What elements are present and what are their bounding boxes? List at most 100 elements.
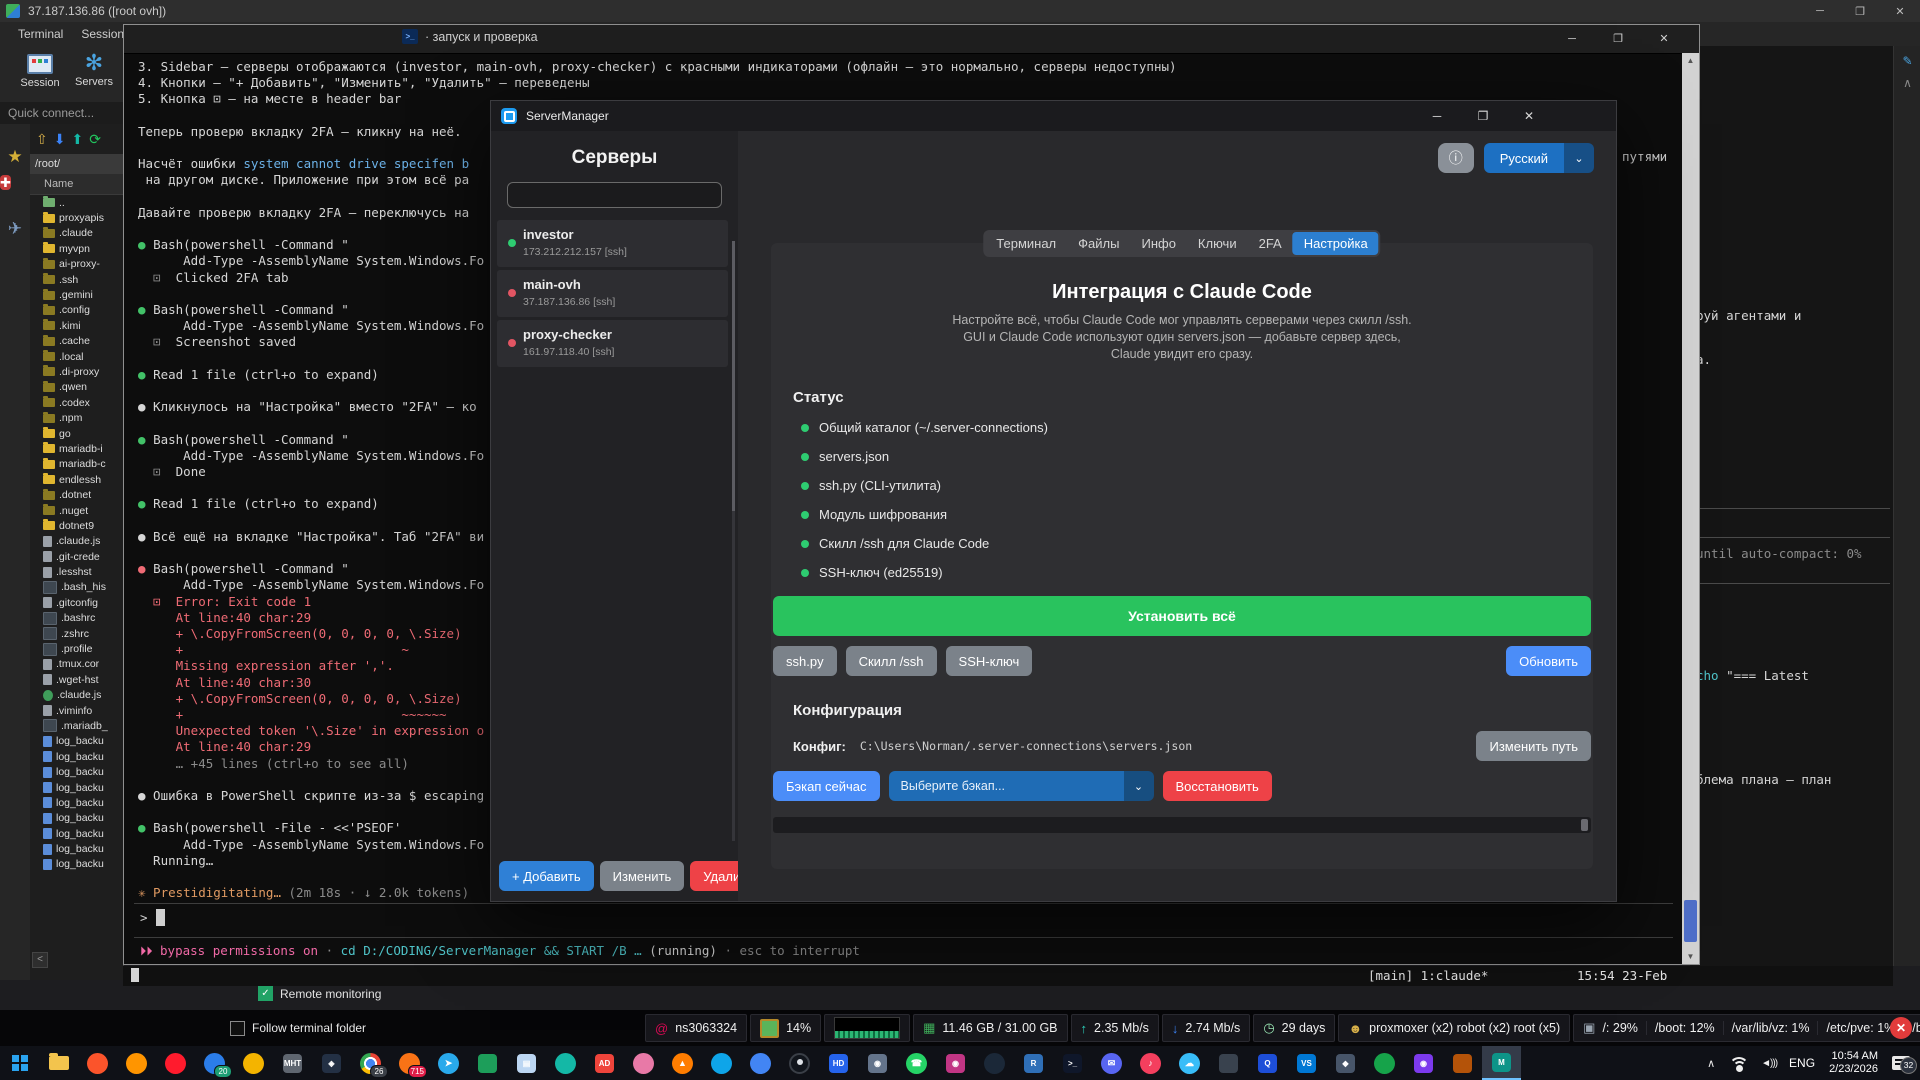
instagram-app[interactable]: ◉ <box>936 1046 975 1080</box>
backup-select-dropdown[interactable]: Выберите бэкап... ⌄ <box>889 771 1154 801</box>
log-scrollbar-thumb[interactable] <box>1581 819 1588 831</box>
scroll-up-icon[interactable]: ∧ <box>1894 76 1920 90</box>
file-row[interactable]: .mariadb_ <box>30 718 123 733</box>
maximize-icon[interactable]: ❐ <box>1460 101 1506 131</box>
file-row[interactable]: .lesshst <box>30 564 123 579</box>
file-row[interactable]: .claude.js <box>30 534 123 549</box>
component-button-ssh-py[interactable]: ssh.py <box>773 646 837 676</box>
obs-studio[interactable] <box>780 1046 819 1080</box>
server-list-item[interactable]: main-ovh37.187.136.86 [ssh] <box>497 270 728 317</box>
file-row[interactable]: .claude <box>30 226 123 241</box>
tab-Настройка[interactable]: Настройка <box>1293 232 1379 255</box>
r-app[interactable]: R <box>1014 1046 1053 1080</box>
install-all-button[interactable]: Установить всё <box>773 596 1591 636</box>
notes-app[interactable] <box>1443 1046 1482 1080</box>
file-row[interactable]: ai-proxy- <box>30 257 123 272</box>
blue-globe-app[interactable] <box>741 1046 780 1080</box>
server-list-item[interactable]: investor173.212.212.157 [ssh] <box>497 220 728 267</box>
session-button[interactable]: Session <box>12 48 68 89</box>
taskbar-clock[interactable]: 10:54 AM 2/23/2026 <box>1829 1050 1878 1076</box>
file-row[interactable]: .zshrc <box>30 626 123 641</box>
green-notebook-app[interactable] <box>468 1046 507 1080</box>
follow-terminal-checkbox[interactable] <box>230 1021 245 1036</box>
servermanager-titlebar[interactable]: ServerManager ─ ❐ ✕ <box>491 101 1616 131</box>
camera-app[interactable]: ◉ <box>858 1046 897 1080</box>
refresh-icon[interactable]: ⟳ <box>89 131 101 148</box>
orange-feed-app[interactable]: 715 <box>390 1046 429 1080</box>
file-row[interactable]: .config <box>30 303 123 318</box>
file-row[interactable]: .cache <box>30 334 123 349</box>
change-path-button[interactable]: Изменить путь <box>1476 731 1591 761</box>
menu-item-terminal[interactable]: Terminal <box>18 27 63 41</box>
vlc-player[interactable]: ▲ <box>663 1046 702 1080</box>
servers-button[interactable]: ✻ Servers <box>66 48 122 88</box>
tab-2FA[interactable]: 2FA <box>1248 232 1293 255</box>
terminal-scrollbar[interactable]: ▲ ▼ <box>1682 53 1699 964</box>
file-row[interactable]: log_backu <box>30 795 123 810</box>
input-language[interactable]: ENG <box>1789 1056 1815 1070</box>
tab-Ключи[interactable]: Ключи <box>1187 232 1248 255</box>
remote-monitoring-checkbox[interactable]: ✓ <box>258 986 273 1001</box>
file-row[interactable]: .ssh <box>30 272 123 287</box>
file-row[interactable]: .gemini <box>30 287 123 302</box>
file-row[interactable]: .qwen <box>30 380 123 395</box>
steam-app[interactable] <box>975 1046 1014 1080</box>
server-search-input[interactable] <box>507 182 722 208</box>
minimize-icon[interactable]: ─ <box>1414 101 1460 131</box>
file-row[interactable]: .git-crede <box>30 549 123 564</box>
pencil-icon[interactable]: ✎ <box>1894 54 1920 68</box>
file-row[interactable]: .nuget <box>30 503 123 518</box>
quick-connect-input[interactable]: Quick connect... <box>0 102 131 125</box>
close-icon[interactable]: ✕ <box>1641 25 1687 53</box>
statusbar-close-icon[interactable]: ✕ <box>1890 1017 1912 1039</box>
file-row[interactable]: .claude.js <box>30 688 123 703</box>
terminal-titlebar[interactable]: >_ · запуск и проверка ─ ❐ ✕ <box>124 25 1699 54</box>
mobaxterm-active[interactable]: M <box>1482 1046 1521 1080</box>
notification-center-icon[interactable]: 32 <box>1892 1056 1910 1070</box>
maximize-icon[interactable]: ❐ <box>1595 25 1641 53</box>
file-row[interactable]: .tmux.cor <box>30 657 123 672</box>
close-icon[interactable]: ✕ <box>1880 5 1920 18</box>
volume-icon[interactable]: ◄))) <box>1761 1058 1777 1069</box>
favorites-star-icon[interactable]: ★ <box>0 140 30 174</box>
tray-expand-icon[interactable]: ∧ <box>1707 1057 1715 1070</box>
name-column-header[interactable]: Name <box>30 174 123 195</box>
wifi-icon[interactable] <box>1729 1057 1747 1070</box>
refresh-button[interactable]: Обновить <box>1506 646 1591 676</box>
firefox-browser[interactable] <box>117 1046 156 1080</box>
purple-cam-app[interactable]: ◉ <box>1404 1046 1443 1080</box>
current-path[interactable]: /root/ <box>30 154 123 174</box>
file-row[interactable]: .local <box>30 349 123 364</box>
minimize-icon[interactable]: ─ <box>1800 5 1840 18</box>
edit-server-button[interactable]: Изменить <box>600 861 685 891</box>
file-row[interactable]: .profile <box>30 641 123 656</box>
terminal-tab[interactable]: >_ · запуск и проверка <box>402 29 538 44</box>
file-row[interactable]: myvpn <box>30 241 123 256</box>
claude-input-box[interactable]: > <box>140 909 165 926</box>
brave-browser[interactable] <box>78 1046 117 1080</box>
file-panel-scroll-left[interactable]: < <box>32 952 48 968</box>
tab-Терминал[interactable]: Терминал <box>985 232 1067 255</box>
telegram-app[interactable]: ➤ <box>429 1046 468 1080</box>
file-row[interactable]: mariadb-c <box>30 457 123 472</box>
start-button[interactable] <box>0 1046 39 1080</box>
hd-app[interactable]: HD <box>819 1046 858 1080</box>
tab-Инфо[interactable]: Инфо <box>1130 232 1186 255</box>
anydesk-app[interactable]: AD <box>585 1046 624 1080</box>
restore-button[interactable]: Восстановить <box>1163 771 1272 801</box>
chrome-browser[interactable]: 26 <box>351 1046 390 1080</box>
minimize-icon[interactable]: ─ <box>1549 25 1595 53</box>
file-explorer[interactable] <box>39 1046 78 1080</box>
file-row[interactable]: .di-proxy <box>30 364 123 379</box>
scroll-up-icon[interactable]: ▲ <box>1682 56 1699 65</box>
mht-app[interactable]: MHT <box>273 1046 312 1080</box>
music-app[interactable]: ♪ <box>1131 1046 1170 1080</box>
quick-app[interactable]: Q <box>1248 1046 1287 1080</box>
green-chat-app[interactable] <box>1365 1046 1404 1080</box>
code-app[interactable]: VS <box>1287 1046 1326 1080</box>
file-row[interactable]: log_backu <box>30 811 123 826</box>
teal-app[interactable] <box>546 1046 585 1080</box>
scrollbar-thumb[interactable] <box>1684 900 1697 942</box>
language-dropdown[interactable]: Русский ⌄ <box>1484 143 1594 173</box>
close-icon[interactable]: ✕ <box>1506 101 1552 131</box>
